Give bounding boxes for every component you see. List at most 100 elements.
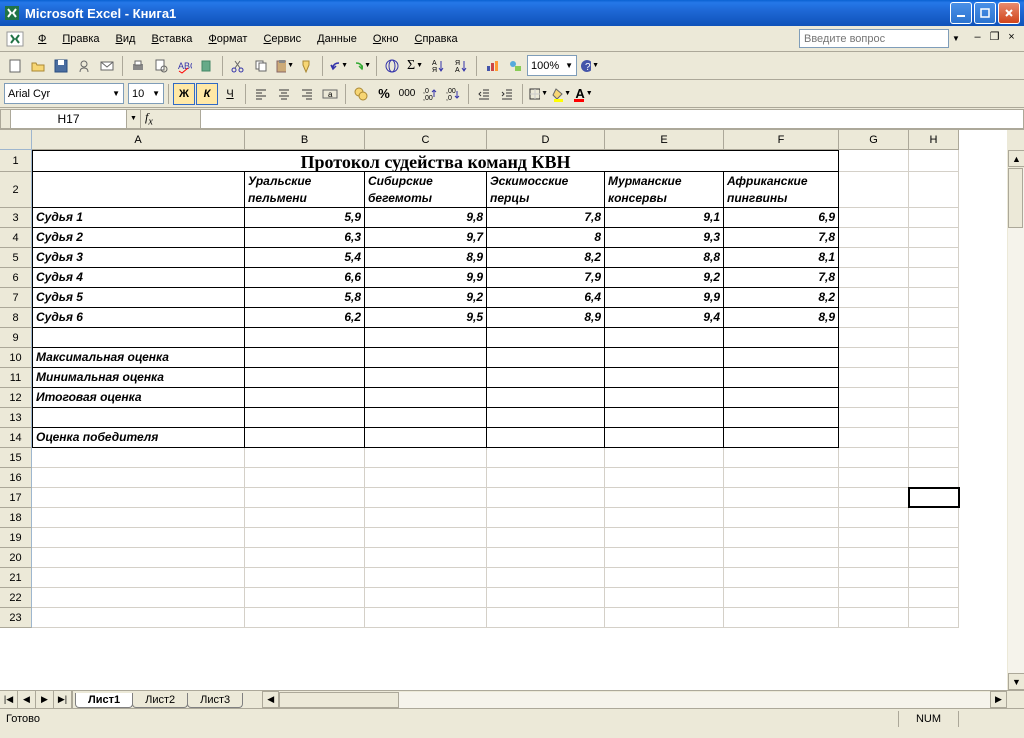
cell[interactable]: [909, 608, 959, 628]
cell[interactable]: 9,9: [365, 268, 487, 288]
cell[interactable]: 9,1: [605, 208, 724, 228]
cell[interactable]: Судья 5: [32, 288, 245, 308]
cell[interactable]: Судья 3: [32, 248, 245, 268]
cell[interactable]: Итоговая оценка: [32, 388, 245, 408]
cell[interactable]: [909, 248, 959, 268]
cell[interactable]: [909, 172, 959, 208]
cell[interactable]: 8: [487, 228, 605, 248]
cell[interactable]: 8,9: [487, 308, 605, 328]
column-header-C[interactable]: C: [365, 130, 487, 150]
cell[interactable]: [909, 368, 959, 388]
cell[interactable]: [839, 172, 909, 208]
decrease-decimal-button[interactable]: ,00,0: [442, 83, 464, 105]
cell[interactable]: Судья 2: [32, 228, 245, 248]
cell[interactable]: Оценка победителя: [32, 428, 245, 448]
cell[interactable]: Африканские пингвины: [724, 172, 839, 208]
print-preview-button[interactable]: [150, 55, 172, 77]
select-all-corner[interactable]: [0, 130, 32, 150]
cell[interactable]: 8,1: [724, 248, 839, 268]
cell[interactable]: [32, 408, 245, 428]
cell[interactable]: [245, 408, 365, 428]
currency-button[interactable]: [350, 83, 372, 105]
maximize-button[interactable]: [974, 2, 996, 24]
cell[interactable]: 5,4: [245, 248, 365, 268]
row-header-3[interactable]: 3: [0, 208, 32, 228]
percent-button[interactable]: %: [373, 83, 395, 105]
cell[interactable]: 9,2: [605, 268, 724, 288]
cell[interactable]: [245, 588, 365, 608]
font-color-button[interactable]: A▼: [573, 83, 595, 105]
format-painter-button[interactable]: [296, 55, 318, 77]
cell[interactable]: [365, 488, 487, 508]
cell[interactable]: [487, 568, 605, 588]
cell[interactable]: 8,9: [724, 308, 839, 328]
helpbox-dropdown[interactable]: ▼: [949, 34, 963, 43]
cell[interactable]: [839, 588, 909, 608]
sheet-tab-3[interactable]: Лист3: [187, 693, 243, 708]
vertical-scrollbar[interactable]: ▲ ▼: [1007, 130, 1024, 690]
cell[interactable]: 6,3: [245, 228, 365, 248]
minimize-button[interactable]: [950, 2, 972, 24]
cell[interactable]: [909, 348, 959, 368]
cell[interactable]: 7,8: [487, 208, 605, 228]
cell[interactable]: 5,9: [245, 208, 365, 228]
cell[interactable]: [365, 428, 487, 448]
cell[interactable]: [605, 408, 724, 428]
cell[interactable]: [487, 508, 605, 528]
cell[interactable]: Эскимосские перцы: [487, 172, 605, 208]
cell[interactable]: [909, 288, 959, 308]
cell[interactable]: [32, 588, 245, 608]
cell[interactable]: [839, 408, 909, 428]
cell[interactable]: [724, 488, 839, 508]
cell[interactable]: [909, 308, 959, 328]
row-header-19[interactable]: 19: [0, 528, 32, 548]
cell[interactable]: 9,8: [365, 208, 487, 228]
cell[interactable]: [909, 228, 959, 248]
menu-edit[interactable]: Правка: [54, 30, 107, 48]
cell[interactable]: [839, 248, 909, 268]
cell[interactable]: [245, 428, 365, 448]
fill-color-button[interactable]: ▼: [550, 83, 572, 105]
cell[interactable]: [909, 528, 959, 548]
cell[interactable]: [32, 468, 245, 488]
cell[interactable]: 8,9: [365, 248, 487, 268]
cell[interactable]: [32, 568, 245, 588]
cell[interactable]: [724, 508, 839, 528]
cell[interactable]: [724, 568, 839, 588]
cell[interactable]: [32, 488, 245, 508]
cell[interactable]: [909, 588, 959, 608]
cell[interactable]: [724, 548, 839, 568]
sheet-tab-1[interactable]: Лист1: [75, 693, 133, 708]
cell[interactable]: Уральские пельмени: [245, 172, 365, 208]
cell[interactable]: [365, 388, 487, 408]
cell[interactable]: [909, 548, 959, 568]
increase-indent-button[interactable]: [496, 83, 518, 105]
scroll-left-button[interactable]: ◀: [262, 691, 279, 708]
cell[interactable]: [365, 368, 487, 388]
row-header-23[interactable]: 23: [0, 608, 32, 628]
cell[interactable]: [909, 468, 959, 488]
column-header-D[interactable]: D: [487, 130, 605, 150]
merge-center-button[interactable]: a: [319, 83, 341, 105]
cell[interactable]: [839, 348, 909, 368]
cell[interactable]: [724, 468, 839, 488]
cell[interactable]: [909, 268, 959, 288]
title-cell[interactable]: Протокол судейства команд КВН: [32, 150, 839, 172]
cell[interactable]: [724, 348, 839, 368]
cell[interactable]: [245, 548, 365, 568]
menu-file[interactable]: Ф: [30, 30, 54, 48]
cell[interactable]: 7,9: [487, 268, 605, 288]
increase-decimal-button[interactable]: ,0,00: [419, 83, 441, 105]
cell[interactable]: 9,5: [365, 308, 487, 328]
cell[interactable]: [724, 328, 839, 348]
menu-tools[interactable]: Сервис: [255, 30, 309, 48]
row-header-14[interactable]: 14: [0, 428, 32, 448]
tab-nav-first[interactable]: |◀: [0, 691, 18, 708]
save-button[interactable]: [50, 55, 72, 77]
cell[interactable]: 9,7: [365, 228, 487, 248]
cell[interactable]: Судья 1: [32, 208, 245, 228]
cell[interactable]: [365, 328, 487, 348]
row-header-22[interactable]: 22: [0, 588, 32, 608]
fx-icon[interactable]: fx: [145, 110, 153, 127]
sort-asc-button[interactable]: АЯ: [427, 55, 449, 77]
